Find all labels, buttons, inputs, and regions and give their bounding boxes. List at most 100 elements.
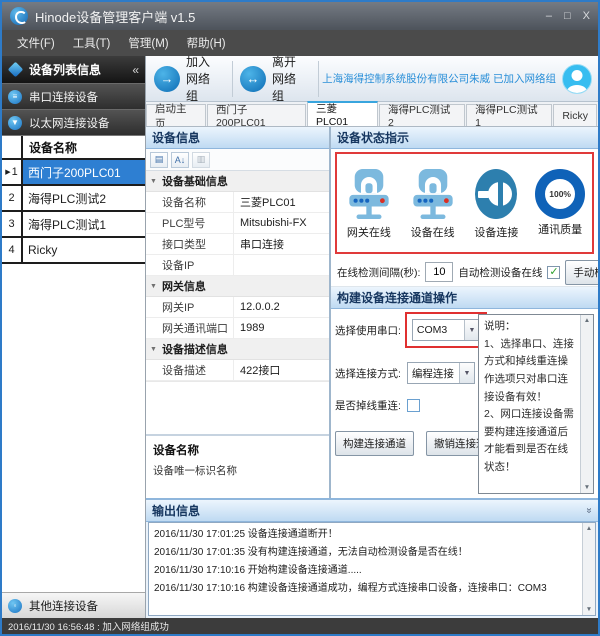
- status-bar: 2016/11/30 16:56:48 : 加入网络组成功: [2, 618, 598, 634]
- scroll-up-icon[interactable]: ▲: [586, 525, 592, 532]
- manual-check-button[interactable]: 手动检测设备在线: [565, 260, 600, 285]
- device-list-sidebar: 设备列表信息 « ≡ 串口连接设备 ▼ 以太网连接设备 设备名称 ▶1 西门子2…: [2, 56, 146, 618]
- status-indicators-box: 网关在线: [335, 152, 594, 254]
- channel-operation-header: 构建设备连接通道操作: [331, 287, 598, 309]
- comm-quality-value: 100%: [549, 189, 571, 199]
- check-icon: ✓: [549, 267, 558, 278]
- chevron-down-icon[interactable]: ▼: [464, 320, 479, 340]
- serial-device-icon: ≡: [8, 90, 22, 104]
- sidebar-title: 设备列表信息: [29, 61, 101, 78]
- title-bar: Hinode设备管理客户端 v1.5 – □ X: [2, 2, 598, 30]
- group-expand-icon: ▼: [150, 178, 157, 185]
- tab-siemens200plc01[interactable]: 西门子200PLC01: [207, 104, 306, 126]
- group-basic-info[interactable]: ▼ 设备基础信息: [146, 171, 329, 192]
- categorized-view-icon[interactable]: ▤: [150, 152, 168, 168]
- propertygrid-spacer: [146, 381, 329, 434]
- ethernet-device-icon: ▼: [8, 116, 22, 130]
- device-table: 设备名称 ▶1 西门子200PLC01 2 海得PLC测试2 3 海得PLC测试…: [2, 135, 145, 592]
- device-connect-icon: [473, 166, 519, 222]
- instructions-box: 说明： 1、选择串口、连接方式和掉线重连操作选项只对串口连接设备有效！ 2、网口…: [478, 314, 594, 494]
- device-info-panel: 设备信息 ▤ A↓ ▥ ▼ 设备基础信息 设备名称: [146, 127, 331, 498]
- main-toolbar: → 加入网络组 ↔ 离开网络组 上海海得控制系统股份有限公司朱威 已加入网络组: [146, 56, 598, 102]
- sidebar-header: 设备列表信息 «: [2, 56, 145, 83]
- gateway-online-icon: [344, 166, 394, 222]
- scroll-up-icon[interactable]: ▲: [584, 317, 590, 324]
- join-network-icon: →: [154, 66, 180, 92]
- tab-hite-plc-test1[interactable]: 海得PLC测试1: [466, 104, 552, 126]
- leave-network-button[interactable]: ↔ 离开网络组: [236, 50, 315, 107]
- tab-ricky[interactable]: Ricky: [553, 104, 597, 126]
- device-row-3[interactable]: 3 海得PLC测试1: [2, 212, 145, 238]
- device-row-2[interactable]: 2 海得PLC测试2: [2, 186, 145, 212]
- prop-plc-model[interactable]: PLC型号 Mitsubishi-FX: [146, 213, 329, 234]
- device-info-header: 设备信息: [146, 127, 329, 149]
- table-empty-area: [2, 264, 145, 592]
- property-pages-icon: ▥: [192, 152, 210, 168]
- serial-port-select[interactable]: COM3 ▼: [412, 319, 480, 341]
- device-status-header: 设备状态指示: [331, 127, 598, 149]
- scroll-down-icon[interactable]: ▼: [584, 484, 590, 491]
- build-channel-button[interactable]: 构建连接通道: [335, 431, 414, 456]
- auto-check-checkbox[interactable]: ✓: [547, 266, 560, 279]
- menu-tools[interactable]: 工具(T): [64, 31, 120, 55]
- toolbar-separator: [318, 61, 319, 97]
- indicator-gateway-online: 网关在线: [337, 166, 401, 240]
- output-log-list: 2016/11/30 17:01:25 设备连接通道断开！ 2016/11/30…: [149, 523, 582, 615]
- chevron-down-icon[interactable]: ▼: [459, 363, 474, 383]
- device-name-cell[interactable]: 海得PLC测试2: [23, 186, 145, 210]
- prop-gateway-ip[interactable]: 网关IP 12.0.0.2: [146, 297, 329, 318]
- device-name-cell[interactable]: 西门子200PLC01: [23, 160, 145, 184]
- device-online-icon: [408, 166, 458, 222]
- collapse-panel-icon[interactable]: »: [584, 508, 595, 514]
- tab-strip: 启动主页 西门子200PLC01 三菱PLC01 海得PLC测试2 海得PLC测…: [146, 102, 598, 127]
- prop-device-name[interactable]: 设备名称 三菱PLC01: [146, 192, 329, 213]
- tab-mitsubishi-plc01[interactable]: 三菱PLC01: [307, 101, 378, 126]
- group-expand-icon: ▼: [150, 346, 157, 353]
- sidebar-group-ethernet[interactable]: ▼ 以太网连接设备: [2, 109, 145, 135]
- app-logo-icon: [10, 7, 28, 25]
- group-gateway-info[interactable]: ▼ 网关信息: [146, 276, 329, 297]
- connect-mode-row: 选择连接方式: 编程连接 ▼: [335, 362, 475, 384]
- device-name-cell[interactable]: 海得PLC测试1: [23, 212, 145, 236]
- group-description-info[interactable]: ▼ 设备描述信息: [146, 339, 329, 360]
- interval-input[interactable]: [425, 262, 453, 282]
- row-marker-icon: ▶: [5, 168, 10, 176]
- join-network-button[interactable]: → 加入网络组: [150, 50, 229, 107]
- output-scrollbar[interactable]: ▲ ▼: [582, 523, 595, 615]
- leave-network-icon: ↔: [240, 66, 266, 92]
- connect-mode-select[interactable]: 编程连接 ▼: [407, 362, 475, 384]
- prop-device-description[interactable]: 设备描述 422接口: [146, 360, 329, 381]
- sidebar-collapse-icon[interactable]: «: [132, 63, 139, 77]
- reconnect-row: 是否掉线重连:: [335, 398, 475, 413]
- scroll-down-icon[interactable]: ▼: [586, 606, 592, 613]
- output-panel: 输出信息 » 2016/11/30 17:01:25 设备连接通道断开！ 201…: [146, 498, 598, 618]
- sidebar-group-other[interactable]: ◦ 其他连接设备: [2, 592, 145, 618]
- minimize-button[interactable]: –: [546, 10, 552, 22]
- device-table-header: 设备名称: [2, 136, 145, 160]
- prop-device-ip[interactable]: 设备IP: [146, 255, 329, 276]
- gem-icon: [8, 62, 24, 78]
- reconnect-checkbox[interactable]: [407, 399, 420, 412]
- output-header: 输出信息 »: [146, 500, 598, 522]
- sidebar-group-serial[interactable]: ≡ 串口连接设备: [2, 83, 145, 109]
- group-expand-icon: ▼: [150, 283, 157, 290]
- prop-gateway-port[interactable]: 网关通讯端口 1989: [146, 318, 329, 339]
- online-check-row: 在线检测间隔(秒): 自动检测设备在线 ✓ 手动检测设备在线: [331, 258, 598, 287]
- close-button[interactable]: X: [583, 10, 590, 22]
- indicator-comm-quality: 100% 通讯质量: [528, 169, 592, 237]
- device-row-1[interactable]: ▶1 西门子200PLC01: [2, 160, 145, 186]
- alphabetical-sort-icon[interactable]: A↓: [171, 152, 189, 168]
- instructions-scrollbar[interactable]: ▲ ▼: [580, 315, 593, 493]
- device-row-4[interactable]: 4 Ricky: [2, 238, 145, 264]
- tab-home[interactable]: 启动主页: [146, 104, 206, 126]
- device-name-column-header: 设备名称: [23, 136, 145, 158]
- row-gutter-header: [2, 136, 23, 158]
- user-avatar[interactable]: [562, 64, 592, 94]
- device-name-cell[interactable]: Ricky: [23, 238, 145, 262]
- maximize-button[interactable]: □: [564, 10, 571, 22]
- toolbar-separator: [232, 61, 233, 97]
- prop-interface-type[interactable]: 接口类型 串口连接: [146, 234, 329, 255]
- serial-port-highlight: COM3 ▼: [405, 312, 487, 348]
- menu-file[interactable]: 文件(F): [8, 31, 64, 55]
- tab-hite-plc-test2[interactable]: 海得PLC测试2: [379, 104, 465, 126]
